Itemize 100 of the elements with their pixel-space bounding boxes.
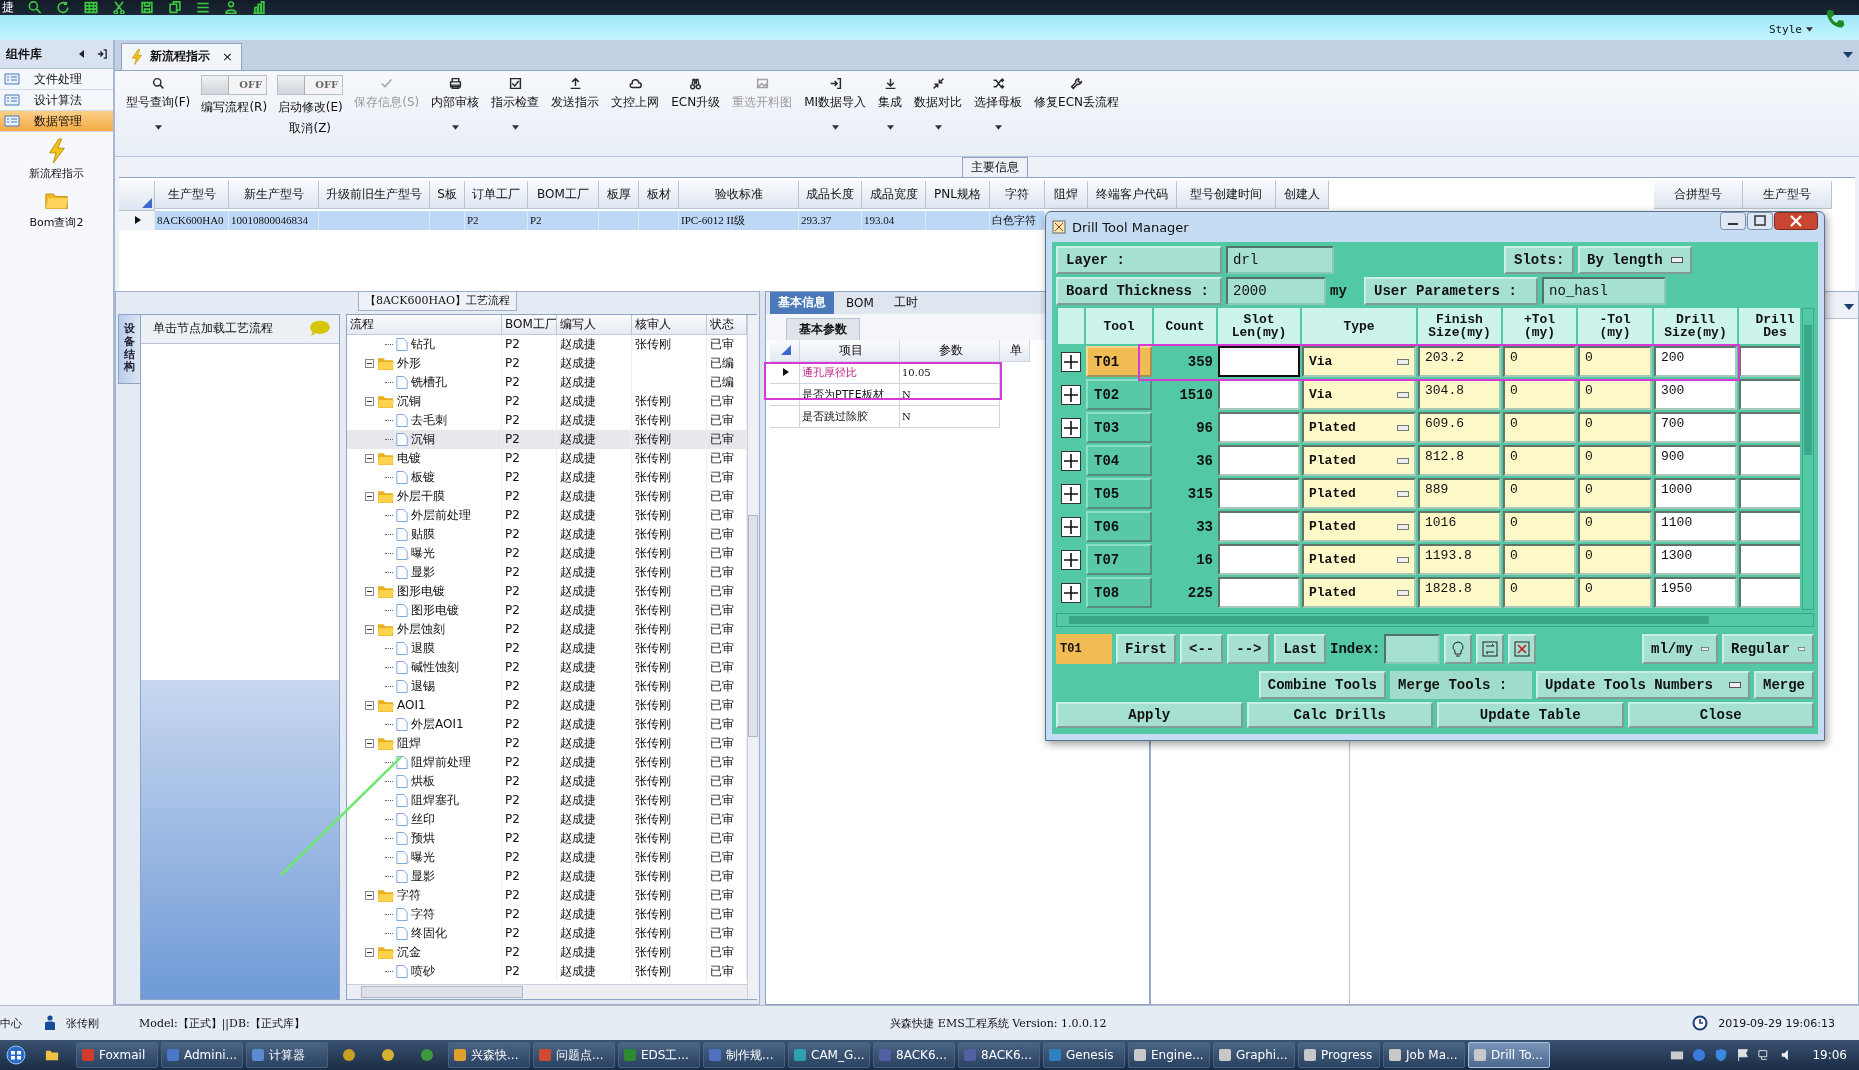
tab[interactable]: 基本信息 <box>770 291 834 314</box>
expand-icon[interactable] <box>1061 351 1081 372</box>
pin-icon[interactable] <box>97 49 107 59</box>
save-icon[interactable] <box>140 1 154 14</box>
expand-icon[interactable] <box>1061 417 1081 438</box>
drill-size-field[interactable]: 700 <box>1654 412 1737 443</box>
finish-size-field[interactable]: 203.2 <box>1418 346 1501 377</box>
maximize-button[interactable] <box>1747 212 1773 230</box>
shield-icon[interactable] <box>1714 1048 1729 1062</box>
column-header[interactable]: 字符 <box>990 180 1045 209</box>
toolbar-button[interactable]: ECN升级 <box>670 74 722 113</box>
taskbar-button[interactable]: 问题点... <box>533 1042 615 1068</box>
arrow-left-icon[interactable] <box>77 49 87 59</box>
tab[interactable]: 基本参数 <box>786 317 860 340</box>
finish-size-field[interactable]: 609.6 <box>1418 412 1501 443</box>
drill-size-field[interactable]: 1000 <box>1654 478 1737 509</box>
tolerance-field[interactable]: 0 <box>1578 544 1652 575</box>
column-header[interactable]: 流程 <box>347 314 502 335</box>
scrollbar[interactable] <box>1802 308 1814 610</box>
expand-icon[interactable] <box>1061 516 1081 537</box>
drill-size-field[interactable]: 900 <box>1654 445 1737 476</box>
close-button[interactable] <box>1774 212 1818 230</box>
taskbar-button[interactable]: Drill To... <box>1468 1042 1550 1068</box>
parameters-field[interactable]: no_hasl <box>1542 277 1666 305</box>
tolerance-field[interactable]: 0 <box>1503 478 1576 509</box>
tolerance-field[interactable]: 0 <box>1578 511 1652 542</box>
toolbar-button[interactable]: 集成 <box>877 74 904 132</box>
column-header[interactable]: 验收标准 <box>679 180 799 209</box>
dialog-button[interactable]: Update Table <box>1437 702 1624 728</box>
delete-button[interactable] <box>1508 634 1537 664</box>
side-tab[interactable]: 设备结构 <box>118 313 140 384</box>
finish-size-field[interactable]: 304.8 <box>1418 379 1501 410</box>
tolerance-field[interactable]: 0 <box>1578 478 1652 509</box>
column-header[interactable]: 创建人 <box>1276 180 1329 209</box>
type-dropdown[interactable]: Plated <box>1302 478 1416 509</box>
units-dropdown[interactable]: ml/my <box>1642 634 1718 664</box>
chart-icon[interactable] <box>252 1 266 14</box>
toolbar-button[interactable]: 指示检查 <box>490 74 541 132</box>
taskbar-button[interactable]: 兴森快... <box>448 1042 530 1068</box>
finish-size-field[interactable]: 1828.8 <box>1418 577 1501 608</box>
column-header[interactable]: 型号创建时间 <box>1177 180 1276 209</box>
collapse-icon[interactable] <box>365 700 374 710</box>
taskbar-button[interactable]: Progress <box>1298 1042 1380 1068</box>
description-field[interactable] <box>1739 478 1800 509</box>
taskbar-button[interactable]: 制作规... <box>703 1042 785 1068</box>
scrollbar[interactable] <box>1056 613 1814 627</box>
type-dropdown[interactable]: Plated <box>1302 412 1416 443</box>
tool-button[interactable]: T03 <box>1086 412 1152 443</box>
search-icon[interactable] <box>28 1 42 14</box>
description-field[interactable] <box>1739 379 1800 410</box>
column-header[interactable]: 生产型号 <box>155 180 229 209</box>
layer-field[interactable]: drl <box>1226 246 1334 274</box>
index-field[interactable] <box>1384 634 1441 664</box>
column-header[interactable]: 编写人 <box>557 314 632 335</box>
shortcut-button[interactable]: 新流程指示 <box>0 132 113 181</box>
taskbar-button[interactable]: EDS工... <box>618 1042 700 1068</box>
copy-icon[interactable] <box>168 1 182 14</box>
tolerance-field[interactable]: 0 <box>1503 346 1576 377</box>
type-dropdown[interactable]: Via <box>1302 379 1416 410</box>
taskbar-button[interactable]: 8ACK6... <box>958 1042 1040 1068</box>
tool-button[interactable]: T07 <box>1086 544 1152 575</box>
toolbar-button[interactable]: 内部审核 <box>430 74 481 132</box>
swap-button[interactable] <box>1476 634 1505 664</box>
mode-dropdown[interactable]: Regular <box>1722 634 1814 664</box>
column-header[interactable]: 项目 <box>800 339 900 362</box>
drill-size-field[interactable]: 300 <box>1654 379 1737 410</box>
collapse-icon[interactable] <box>365 491 374 501</box>
column-header[interactable]: 状态 <box>707 314 747 335</box>
tool-button[interactable]: T05 <box>1086 478 1152 509</box>
tool-button[interactable]: T01 <box>1086 346 1152 377</box>
drill-size-field[interactable]: 1100 <box>1654 511 1737 542</box>
column-header[interactable]: 合拼型号 <box>1654 180 1743 209</box>
finish-size-field[interactable]: 812.8 <box>1418 445 1501 476</box>
column-header[interactable]: PNL规格 <box>926 180 990 209</box>
tolerance-field[interactable]: 0 <box>1578 346 1652 377</box>
navigation-button[interactable]: First <box>1116 634 1176 664</box>
collapse-icon[interactable] <box>365 738 374 748</box>
merge-dropdown[interactable]: Update Tools Numbers <box>1536 671 1750 699</box>
type-dropdown[interactable]: Plated <box>1302 544 1416 575</box>
nav-item[interactable]: 数据管理 <box>0 111 113 132</box>
description-field[interactable] <box>1739 346 1800 377</box>
refresh-icon[interactable] <box>56 1 70 14</box>
dialog-button[interactable]: Apply <box>1056 702 1243 728</box>
collapse-icon[interactable] <box>365 586 374 596</box>
expand-icon[interactable] <box>1061 450 1081 471</box>
column-header[interactable]: S板 <box>430 180 465 209</box>
toolbar-button[interactable]: 选择母板 <box>973 74 1024 132</box>
phone-icon[interactable] <box>1825 8 1847 30</box>
caret-icon[interactable] <box>1844 303 1854 310</box>
row-header-cell[interactable] <box>770 383 800 406</box>
column-header[interactable]: 成品宽度 <box>862 180 926 209</box>
tolerance-field[interactable]: 0 <box>1578 412 1652 443</box>
description-field[interactable] <box>1739 544 1800 575</box>
shortcut-button[interactable]: Bom查询2 <box>0 181 113 230</box>
type-dropdown[interactable]: Plated <box>1302 577 1416 608</box>
column-header[interactable]: 订单工厂 <box>465 180 528 209</box>
tolerance-field[interactable]: 0 <box>1503 544 1576 575</box>
slot-length-field[interactable] <box>1218 346 1300 377</box>
finish-size-field[interactable]: 1016 <box>1418 511 1501 542</box>
collapse-icon[interactable] <box>365 453 374 463</box>
